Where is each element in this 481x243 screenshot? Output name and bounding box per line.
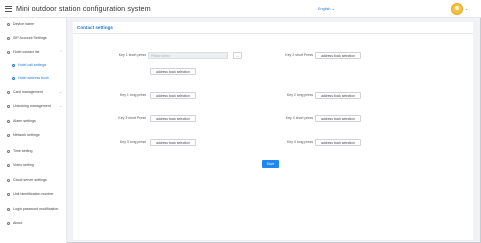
save-button[interactable]: Save [262,160,279,168]
sidebar-item-hotel-call-settings[interactable]: Hotel call settings [0,60,67,70]
sidebar-item-label: Cloud server settings [13,178,47,182]
key1-short-input: Please select [148,52,228,59]
card-icon [7,90,10,94]
sidebar-item-label: Device name [13,22,34,26]
top-header: Mini outdoor station configuration syste… [0,0,481,18]
sidebar-item-device-name[interactable]: Device name [0,19,67,29]
main-content-panel: Contact settings Key 1 short press Pleas… [73,22,473,240]
key2-short-address-book-button[interactable]: address book selection [315,52,361,59]
clock-icon [7,149,10,153]
video-icon [7,163,10,167]
sidebar-item-unit-identification-number[interactable]: Unit identification number [0,189,67,199]
key2-long-address-book-button[interactable]: address book selection [315,92,361,99]
network-icon [7,133,10,137]
device-icon [7,22,10,26]
sidebar-item-label: Login password modification [13,207,59,211]
sidebar-item-alarm-settings[interactable]: Alarm settings [0,116,67,126]
sidebar-item-about[interactable]: About [0,218,67,228]
sidebar-item-label: Hotel address book [18,76,49,80]
hamburger-icon[interactable] [5,5,12,12]
sidebar-item-label: About [13,221,23,225]
app-title: Mini outdoor station configuration syste… [16,4,151,13]
user-menu-caret-icon[interactable]: ⌄ [465,6,468,11]
sidebar-item-video-setting[interactable]: Video setting [0,160,67,170]
alarm-icon [7,119,10,123]
key1-long-label: Key 1 long press [119,93,146,97]
language-selector[interactable]: English ⌄ [318,6,335,12]
id-icon [7,192,10,196]
key4-short-label: Key 4 short press [285,116,313,120]
chevron-down-icon: ⌄ [59,90,62,94]
sidebar-item-label: Card management [13,90,43,94]
sidebar-item-cloud-server-settings[interactable]: Cloud server settings [0,175,67,185]
sidebar-item-sip-account[interactable]: SIP Account Settings [0,33,67,43]
key1-long-address-book-button[interactable]: address book selection [150,92,196,99]
sidebar-item-label: Time setting [13,149,33,153]
key1-short-more-button[interactable]: ... [233,52,242,59]
sidebar-item-label: Hotel contact list [13,50,40,54]
sidebar: Device name SIP Account Settings Hotel c… [0,18,67,243]
key1-short-label: Key 1 short press [118,53,146,57]
sidebar-item-time-setting[interactable]: Time setting [0,146,67,156]
contact-icon [7,50,10,54]
sidebar-item-login-password[interactable]: Login password modification [0,204,67,214]
key2-long-label: Key 2 long press [286,93,313,97]
avatar[interactable] [451,3,463,15]
chevron-down-icon: ⌄ [331,7,335,11]
key1-short-address-book-button[interactable]: address book selection [150,68,196,75]
sidebar-item-label: Alarm settings [13,119,36,123]
chevron-down-icon: ⌄ [59,104,62,108]
sidebar-item-network-settings[interactable]: Network settings [0,130,67,140]
sidebar-item-label: Network settings [13,133,40,137]
chevron-up-icon: ⌃ [59,50,62,54]
key4-long-address-book-button[interactable]: address book selection [315,139,361,146]
page-title: Contact settings [77,25,113,30]
language-label: English [318,6,331,11]
sidebar-item-label: SIP Account Settings [13,36,47,40]
unlock-icon [7,104,10,108]
key4-long-label: Key 4 long press [286,140,313,144]
book-icon [12,76,15,80]
key4-short-address-book-button[interactable]: address book selection [315,115,361,122]
info-icon [7,221,10,225]
sidebar-item-label: Unlocking management [13,104,51,108]
key3-short-address-book-button[interactable]: address book selection [150,115,196,122]
key3-short-label: Key 3 short Press [118,116,146,120]
call-icon [12,63,15,67]
sidebar-item-label: Hotel call settings [18,63,47,67]
sidebar-item-label: Unit identification number [13,192,54,196]
sidebar-item-unlocking-management[interactable]: Unlocking management ⌄ [0,101,67,111]
key3-long-label: Key 3 long press [119,140,146,144]
sidebar-item-label: Video setting [13,163,34,167]
sidebar-item-hotel-address-book[interactable]: Hotel address book [0,73,67,83]
divider [73,33,473,34]
lock-icon [7,207,10,211]
sip-icon [7,36,10,40]
sidebar-item-card-management[interactable]: Card management ⌄ [0,87,67,97]
key2-short-label: Key 2 short Press [285,53,313,57]
sidebar-item-hotel-contact-list[interactable]: Hotel contact list ⌃ [0,47,67,57]
cloud-icon [7,178,10,182]
key3-long-address-book-button[interactable]: address book selection [150,139,196,146]
